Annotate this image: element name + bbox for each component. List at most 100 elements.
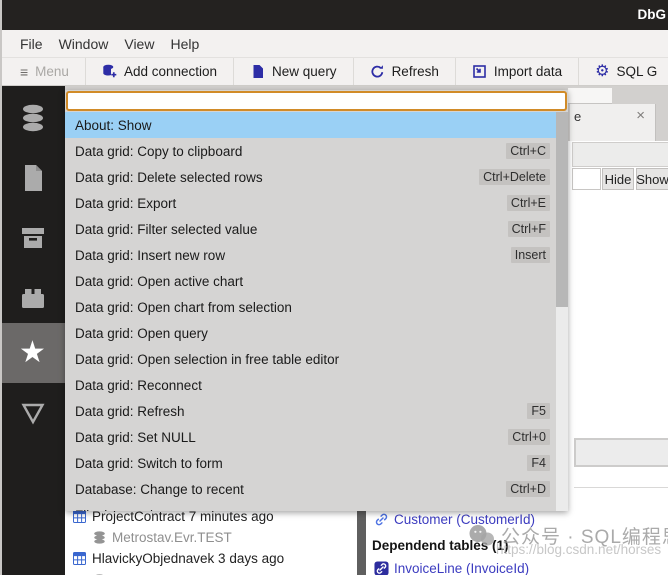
file-icon <box>24 165 42 191</box>
command-item[interactable]: Data grid: Filter selected value Ctrl+F <box>65 216 568 242</box>
command-label: Data grid: Open query <box>75 325 208 341</box>
import-data-button[interactable]: Import data <box>456 58 580 85</box>
menu-bar: File Window View Help <box>0 30 668 58</box>
sql-generator-button[interactable]: ⚙ SQL G <box>579 58 668 85</box>
command-label: Data grid: Set NULL <box>75 429 196 445</box>
database-icon <box>94 531 105 544</box>
file-icon <box>253 65 264 78</box>
command-label: Data grid: Reconnect <box>75 377 202 393</box>
menu-button[interactable]: ≡ Menu <box>0 58 86 85</box>
command-item[interactable]: Data grid: Reconnect <box>65 372 568 398</box>
archive-icon <box>21 228 44 248</box>
foreign-key-link-row[interactable]: Customer (CustomerId) <box>374 509 535 529</box>
command-item[interactable]: File: import data <box>65 502 568 512</box>
palette-scrollbar-thumb[interactable] <box>556 112 568 307</box>
refresh-icon <box>371 65 383 78</box>
shortcut-badge: Ctrl+Delete <box>479 169 550 185</box>
title-bar: DbG <box>0 0 668 30</box>
hamburger-icon: ≡ <box>20 63 29 80</box>
dbgate-window: DbG File Window View Help ≡ Menu Add con… <box>0 0 668 575</box>
app-title: DbG <box>637 7 667 22</box>
dependend-table-link[interactable]: InvoiceLine (InvoiceId) <box>394 561 529 575</box>
menu-window[interactable]: Window <box>51 32 117 56</box>
command-item[interactable]: Data grid: Refresh F5 <box>65 398 568 424</box>
command-palette: About: Show Data grid: Copy to clipboard… <box>65 90 568 511</box>
link-filled-icon <box>374 560 389 575</box>
command-item[interactable]: Data grid: Delete selected rows Ctrl+Del… <box>65 164 568 190</box>
shortcut-badge: Ctrl+F <box>507 221 550 237</box>
sidebar-item-database[interactable] <box>0 88 65 148</box>
command-item[interactable]: Data grid: Open selection in free table … <box>65 346 568 372</box>
shortcut-badge: Ctrl+0 <box>508 429 550 445</box>
command-item[interactable]: Data grid: Open active chart <box>65 268 568 294</box>
command-label: Data grid: Insert new row <box>75 247 226 263</box>
command-label: Data grid: Export <box>75 195 177 211</box>
shortcut-badge: F5 <box>527 403 550 419</box>
command-item[interactable]: Data grid: Switch to form F4 <box>65 450 568 476</box>
command-label: About: Show <box>75 117 152 133</box>
filter-field[interactable] <box>572 168 601 190</box>
database-plus-icon <box>103 64 117 78</box>
command-item[interactable]: Data grid: Export Ctrl+E <box>65 190 568 216</box>
nabla-icon <box>20 403 45 425</box>
command-label: Data grid: Filter selected value <box>75 221 258 237</box>
command-item[interactable]: Data grid: Copy to clipboard Ctrl+C <box>65 138 568 164</box>
sidebar-item-archive[interactable] <box>0 208 65 268</box>
add-connection-button[interactable]: Add connection <box>86 58 235 85</box>
command-item[interactable]: Data grid: Insert new row Insert <box>65 242 568 268</box>
menu-view[interactable]: View <box>116 32 162 56</box>
shortcut-badge: Ctrl+C <box>506 143 550 159</box>
command-item[interactable]: Data grid: Open chart from selection <box>65 294 568 320</box>
dependend-table-link-row[interactable]: InvoiceLine (InvoiceId) <box>374 558 529 575</box>
plugin-icon <box>21 289 44 308</box>
menu-file[interactable]: File <box>12 32 51 56</box>
command-label: Data grid: Switch to form <box>75 455 223 471</box>
table-row[interactable]: HlavickyObjednavek 3 days ago <box>73 548 284 569</box>
database-row[interactable]: Metrostav.Evr.TEST <box>93 570 232 575</box>
shortcut-badge: Ctrl+E <box>506 195 550 211</box>
add-connection-label: Add connection <box>123 64 218 79</box>
palette-scrollbar[interactable] <box>556 112 568 511</box>
refresh-button[interactable]: Refresh <box>354 58 456 85</box>
section-header-box <box>574 438 668 467</box>
database-row[interactable]: Metrostav.Evr.TEST <box>93 527 232 548</box>
sql-generator-label: SQL G <box>616 64 658 79</box>
sidebar-item-plugins[interactable] <box>0 268 65 328</box>
show-button[interactable]: Show <box>636 168 668 190</box>
command-label: File: import data <box>75 508 172 512</box>
link-icon <box>375 513 388 525</box>
table-row-label: HlavickyObjednavek 3 days ago <box>92 551 285 566</box>
database-row-label: Metrostav.Evr.TEST <box>112 530 232 545</box>
widget-sidebar: ★ <box>0 86 65 575</box>
new-query-label: New query <box>272 64 337 79</box>
import-data-label: Import data <box>493 64 563 79</box>
table-row-label: ProjectContract 7 minutes ago <box>92 509 274 524</box>
command-item[interactable]: Data grid: Set NULL Ctrl+0 <box>65 424 568 450</box>
divider <box>574 487 668 488</box>
command-label: Database: Change to recent <box>75 481 244 497</box>
command-label: Data grid: Copy to clipboard <box>75 143 243 159</box>
command-item[interactable]: Database: Change to recent Ctrl+D <box>65 476 568 502</box>
sidebar-item-files[interactable] <box>0 148 65 208</box>
sidebar-item-favorites[interactable]: ★ <box>0 323 65 383</box>
hide-button[interactable]: Hide <box>602 168 634 190</box>
close-icon[interactable]: × <box>636 108 645 123</box>
window-edge <box>0 0 2 575</box>
active-tab[interactable]: e × <box>570 104 656 141</box>
command-search-input[interactable] <box>66 91 567 111</box>
tab-group-header <box>568 88 612 104</box>
command-label: Data grid: Delete selected rows <box>75 169 263 185</box>
dependend-tables-heading: Dependend tables (1) <box>372 537 509 553</box>
table-icon <box>73 552 86 565</box>
command-label: Data grid: Open active chart <box>75 273 244 289</box>
sidebar-item-cell-data[interactable] <box>0 383 65 443</box>
table-icon <box>73 510 86 523</box>
command-item[interactable]: About: Show <box>65 112 568 138</box>
refresh-label: Refresh <box>391 64 439 79</box>
import-icon <box>473 65 486 78</box>
new-query-button[interactable]: New query <box>234 58 354 85</box>
foreign-key-link[interactable]: Customer (CustomerId) <box>394 512 535 527</box>
detail-sub-toolbar <box>572 142 668 167</box>
menu-help[interactable]: Help <box>162 32 207 56</box>
command-item[interactable]: Data grid: Open query <box>65 320 568 346</box>
